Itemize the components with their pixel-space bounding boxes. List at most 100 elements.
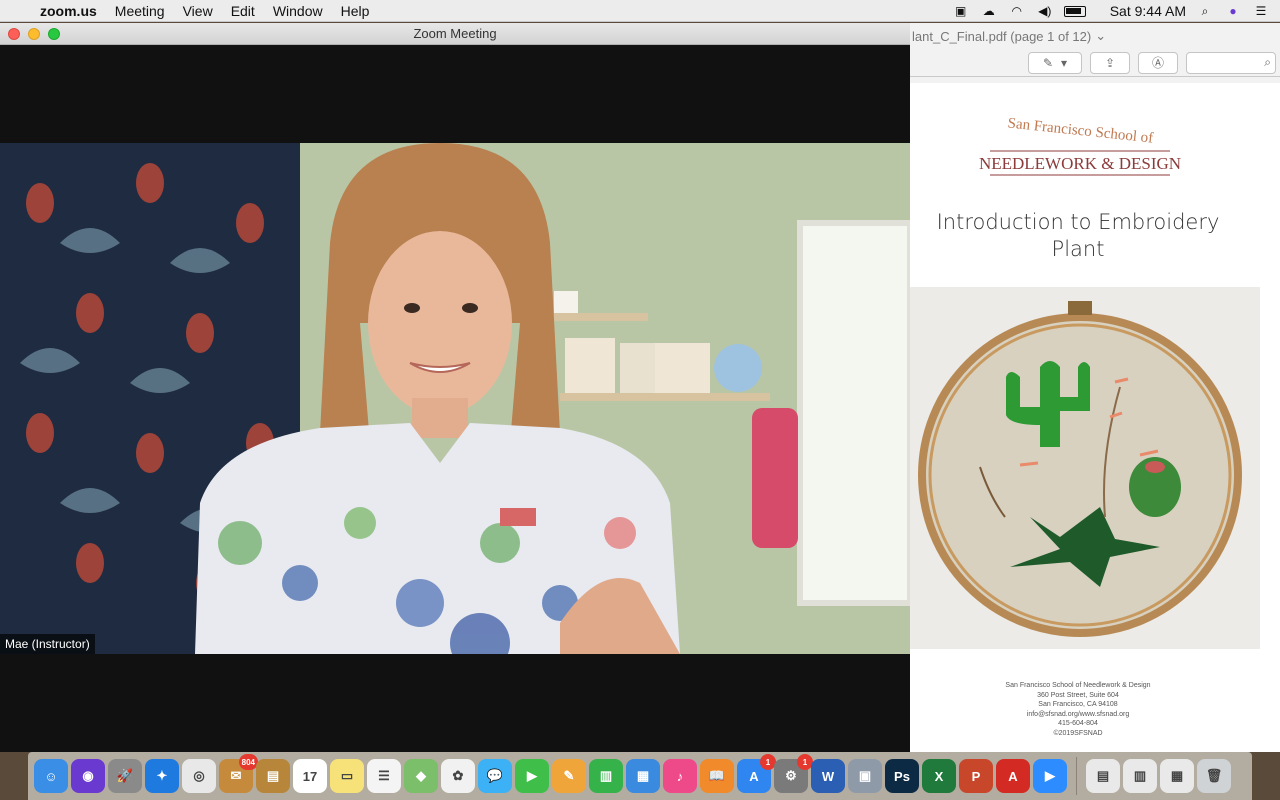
annotate-icon: Ⓐ <box>1151 56 1164 70</box>
dock-books-icon[interactable]: 📖 <box>700 759 734 793</box>
preview-pdf-window: lant_C_Final.pdf (page 1 of 12) ⌄ ✎ ▾ ⇪ … <box>910 23 1280 752</box>
address-line: 415-604-804 <box>1058 720 1098 727</box>
search-icon: ⌕ <box>1264 55 1271 69</box>
dock-glyph: ▥ <box>599 768 613 783</box>
dock-calendar-icon[interactable]: 17 <box>293 759 327 793</box>
dock-glyph: ▦ <box>636 768 650 783</box>
dock-photoshop-icon[interactable]: Ps <box>885 759 919 793</box>
dock-glyph: 17 <box>302 768 318 784</box>
zoom-meeting-window: Zoom Meeting Mae (Instructor) <box>0 23 910 752</box>
dock-glyph: ▥ <box>1133 768 1147 783</box>
creative-cloud-icon[interactable]: ☁ <box>980 4 998 18</box>
dock-powerpoint-icon[interactable]: P <box>959 759 993 793</box>
dock-messages-icon[interactable]: 💬 <box>478 759 512 793</box>
dock-siri-icon[interactable]: ◉ <box>71 759 105 793</box>
app-menu[interactable]: zoom.us <box>40 3 97 19</box>
dock-word-icon[interactable]: W <box>811 759 845 793</box>
dock-glyph: ▣ <box>858 768 872 783</box>
dock-notefile-icon[interactable]: ▤ <box>256 759 290 793</box>
dock-notes-icon[interactable]: ▭ <box>330 759 364 793</box>
dock-launchpad-icon[interactable]: 🚀 <box>108 759 142 793</box>
dock-glyph: ◎ <box>193 768 205 783</box>
volume-icon[interactable]: ◀) <box>1036 4 1054 18</box>
chevron-down-icon[interactable]: ⌄ <box>1095 28 1106 44</box>
dock-glyph: ✎ <box>563 768 575 783</box>
annotate-button[interactable]: Ⓐ <box>1138 51 1178 74</box>
dock-photos-icon[interactable]: ✿ <box>441 759 475 793</box>
zoom-title-bar[interactable]: Zoom Meeting <box>0 23 910 45</box>
search-icon[interactable]: ⌕ <box>1196 4 1214 18</box>
share-icon: ⇪ <box>1104 55 1116 70</box>
siri-icon[interactable]: ● <box>1224 4 1242 18</box>
heading-line1: Introduction to Embroidery <box>936 210 1220 234</box>
dock-glyph: 🚀 <box>116 768 134 783</box>
preview-title-bar[interactable]: lant_C_Final.pdf (page 1 of 12) ⌄ <box>910 23 1280 49</box>
dock-itunes-icon[interactable]: ♪ <box>663 759 697 793</box>
battery-icon[interactable] <box>1063 5 1086 17</box>
share-button[interactable]: ⇪ <box>1090 51 1130 74</box>
dock-finder-icon[interactable]: ☺ <box>34 759 68 793</box>
chevron-down-icon: ▾ <box>1061 55 1068 70</box>
zoom-camera-icon[interactable]: ▣ <box>952 4 970 18</box>
address-line: San Francisco, CA 94108 <box>1038 701 1118 708</box>
participant-name-tag: Mae (Instructor) <box>0 634 95 654</box>
dock-glyph: A <box>1008 768 1018 784</box>
menu-bar: zoom.us Meeting View Edit Window Help ▣ … <box>0 0 1280 22</box>
dock-excel-icon[interactable]: X <box>922 759 956 793</box>
dock-glyph: P <box>971 768 981 784</box>
menu-view[interactable]: View <box>183 3 213 19</box>
clock[interactable]: Sat 9:44 AM <box>1110 3 1186 19</box>
dock-pdf-document-icon[interactable]: ▤ <box>1086 759 1120 793</box>
dock-zoom-icon[interactable]: ▶ <box>1033 759 1067 793</box>
dock-glyph: W <box>821 768 835 784</box>
wifi-icon[interactable]: ◠ <box>1008 4 1026 18</box>
pdf-page[interactable]: San Francisco School of NEEDLEWORK & DES… <box>910 83 1280 752</box>
document-title: lant_C_Final.pdf (page 1 of 12) <box>912 28 1092 44</box>
dock-chrome-icon[interactable]: ◎ <box>182 759 216 793</box>
video-frame <box>0 143 910 654</box>
dock-glyph: ☺ <box>44 768 58 784</box>
heading-line2: Plant <box>1051 237 1105 261</box>
dock-keynote-icon[interactable]: ▦ <box>626 759 660 793</box>
logo-line1: San Francisco School of <box>1007 115 1154 146</box>
dock-maps-icon[interactable]: ◆ <box>404 759 438 793</box>
dock-glyph: ▤ <box>1096 768 1110 783</box>
dock-glyph: ▤ <box>266 768 280 783</box>
dock-glyph: 💬 <box>486 768 504 783</box>
dock-glyph: 🗑 <box>1205 768 1223 783</box>
markup-pen-icon: ✎ <box>1042 55 1054 70</box>
dock-glyph: ▶ <box>1045 768 1055 783</box>
dock-acrobat-icon[interactable]: A <box>996 759 1030 793</box>
address-line: San Francisco School of Needlework & Des… <box>1005 682 1151 689</box>
dock-separator <box>1076 757 1077 795</box>
dock-trash-icon[interactable]: 🗑 <box>1197 759 1231 793</box>
menu-window[interactable]: Window <box>273 3 323 19</box>
markup-button[interactable]: ✎ ▾ <box>1028 51 1082 74</box>
window-title: Zoom Meeting <box>413 26 497 41</box>
menu-help[interactable]: Help <box>341 3 370 19</box>
dock-glyph: ◆ <box>416 768 426 783</box>
menu-edit[interactable]: Edit <box>231 3 255 19</box>
status-area: ▣ ☁ ◠ ◀) Sat 9:44 AM ⌕ ● ☰ <box>952 0 1270 22</box>
close-button[interactable] <box>8 27 20 40</box>
menu-meeting[interactable]: Meeting <box>115 3 165 19</box>
minimize-button[interactable] <box>28 27 40 40</box>
notification-center-icon[interactable]: ☰ <box>1252 4 1270 18</box>
dock-downloads-stack-icon[interactable]: ▦ <box>1160 759 1194 793</box>
dock-preview-icon[interactable]: ▣ <box>848 759 882 793</box>
dock-glyph: A <box>749 768 759 784</box>
dock-system-preferences-icon[interactable]: ⚙ 1 <box>774 754 813 793</box>
video-feed[interactable]: Mae (Instructor) <box>0 143 910 654</box>
zoom-button[interactable] <box>48 27 60 40</box>
dock-facetime-icon[interactable]: ▶ <box>515 759 549 793</box>
dock-reminders-icon[interactable]: ☰ <box>367 759 401 793</box>
dock-pages-icon[interactable]: ✎ <box>552 759 586 793</box>
search-field[interactable]: ⌕ <box>1186 51 1276 74</box>
dock-glyph: ✉ <box>230 768 242 783</box>
dock-numbers-icon[interactable]: ▥ <box>589 759 623 793</box>
dock-spreadsheet-document-icon[interactable]: ▥ <box>1123 759 1157 793</box>
logo-line2: NEEDLEWORK & DESIGN <box>979 154 1181 173</box>
dock-safari-icon[interactable]: ✦ <box>145 759 179 793</box>
dock-mail-stamp-icon[interactable]: ✉ 804 <box>219 754 258 793</box>
dock-app-store-icon[interactable]: A1 <box>737 754 776 793</box>
